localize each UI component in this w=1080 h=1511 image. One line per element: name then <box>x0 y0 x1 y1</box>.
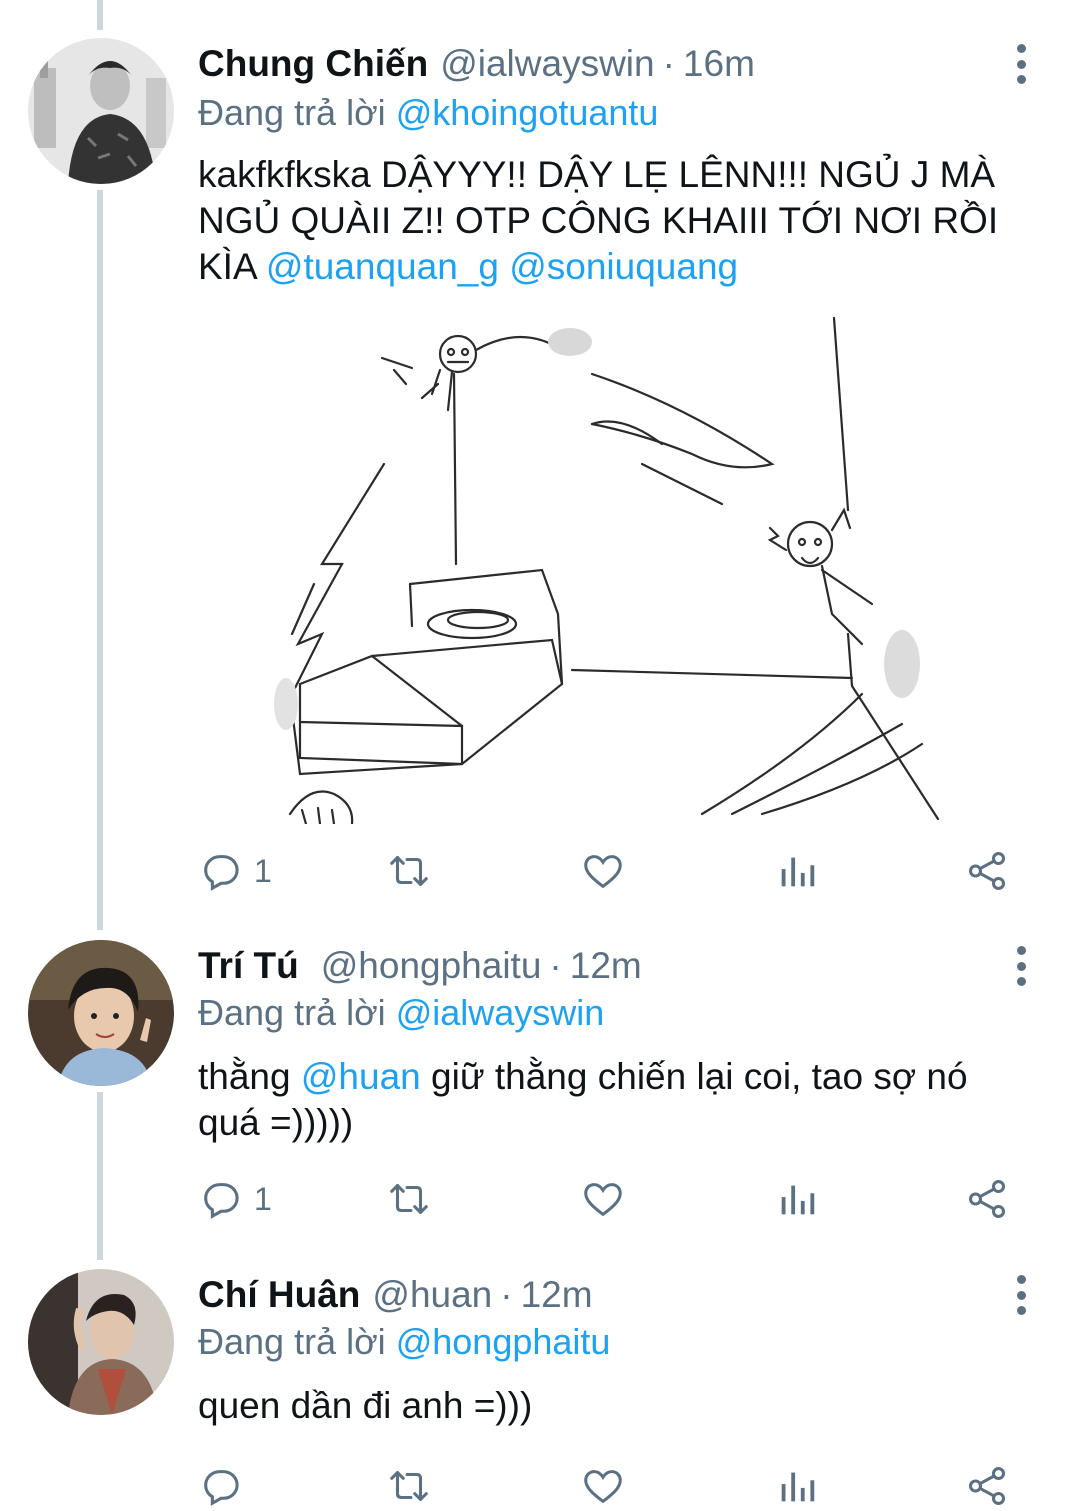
tweet-text-part: thằng <box>198 1056 301 1097</box>
tweet-text: thằng @huan giữ thằng chiến lại coi, tao… <box>198 1054 1028 1146</box>
tweet-actions: 1 <box>198 1174 1018 1224</box>
share-icon <box>968 1467 1006 1505</box>
tweet-header: Trí Tú @hongphaitu · 12m <box>198 940 642 992</box>
reply-count: 1 <box>254 1180 272 1217</box>
share-button[interactable] <box>964 1174 1010 1224</box>
thread-line-2 <box>97 1092 103 1260</box>
analytics-button[interactable] <box>774 1174 820 1224</box>
username[interactable]: @hongphaitu <box>321 945 542 987</box>
reply-icon <box>204 855 239 891</box>
more-options-icon[interactable] <box>1008 1275 1034 1315</box>
reply-icon <box>204 1470 239 1506</box>
analytics-icon <box>781 1472 815 1502</box>
share-icon <box>968 852 1006 890</box>
like-button[interactable] <box>580 1174 626 1224</box>
analytics-icon <box>781 857 815 887</box>
timestamp[interactable]: 16m <box>683 43 755 85</box>
timestamp[interactable]: 12m <box>521 1274 593 1316</box>
username[interactable]: @ialwayswin <box>440 43 654 85</box>
replying-to: Đang trả lời @ialwayswin <box>198 992 604 1034</box>
like-icon <box>584 1470 622 1504</box>
tweet-media-sketch[interactable] <box>262 314 952 824</box>
analytics-button[interactable] <box>774 846 820 896</box>
share-button[interactable] <box>964 846 1010 896</box>
replying-to-mention[interactable]: @hongphaitu <box>396 1321 611 1362</box>
timestamp[interactable]: 12m <box>570 945 642 987</box>
retweet-button[interactable] <box>386 1461 432 1511</box>
share-icon <box>968 1180 1006 1218</box>
tweet-text: kakfkfkska DẬYYY!! DẬY LẸ LÊNN!!! NGỦ J … <box>198 152 1028 290</box>
replying-to: Đang trả lời @hongphaitu <box>198 1321 610 1363</box>
display-name[interactable]: Chí Huân <box>198 1274 360 1316</box>
reply-icon <box>204 1183 239 1219</box>
more-options-icon[interactable] <box>1008 946 1034 986</box>
tweet-text-space <box>499 246 509 287</box>
retweet-icon <box>390 856 428 886</box>
tweet-text-part: quen dần đi anh =))) <box>198 1385 533 1426</box>
retweet-icon <box>390 1184 428 1214</box>
display-name[interactable]: Trí Tú <box>198 945 299 987</box>
replying-to-label: Đang trả lời <box>198 992 386 1033</box>
reply-button[interactable]: 1 <box>198 1174 272 1224</box>
retweet-button[interactable] <box>386 846 432 896</box>
tweet-header: Chung Chiến @ialwayswin · 16m <box>198 38 755 90</box>
retweet-icon <box>390 1471 428 1501</box>
avatar[interactable] <box>28 38 174 184</box>
mention-link[interactable]: @huan <box>301 1056 421 1097</box>
tweet-header: Chí Huân @huan · 12m <box>198 1269 593 1321</box>
like-icon <box>584 1183 622 1217</box>
like-button[interactable] <box>580 1461 626 1511</box>
display-name[interactable]: Chung Chiến <box>198 43 428 85</box>
thread-line-1 <box>97 190 103 930</box>
avatar[interactable] <box>28 940 174 1086</box>
replying-to-label: Đang trả lời <box>198 1321 386 1362</box>
tweet-actions: 1 <box>198 846 1018 896</box>
tweet-actions <box>198 1461 1018 1511</box>
avatar[interactable] <box>28 1269 174 1415</box>
more-options-icon[interactable] <box>1008 44 1034 84</box>
like-icon <box>584 855 622 889</box>
separator: · <box>662 43 675 84</box>
reply-button[interactable]: 1 <box>198 846 272 896</box>
retweet-button[interactable] <box>386 1174 432 1224</box>
reply-count: 1 <box>254 852 272 889</box>
thread-line-top <box>97 0 103 30</box>
separator: · <box>549 945 562 986</box>
analytics-icon <box>781 1185 815 1215</box>
mention-link[interactable]: @tuanquan_g <box>266 246 499 287</box>
mention-link[interactable]: @soniuquang <box>509 246 738 287</box>
replying-to: Đang trả lời @khoingotuantu <box>198 92 658 134</box>
tweet-text: quen dần đi anh =))) <box>198 1383 1028 1429</box>
separator: · <box>500 1274 513 1315</box>
username[interactable]: @huan <box>372 1274 492 1316</box>
replying-to-mention[interactable]: @khoingotuantu <box>396 92 659 133</box>
reply-button[interactable] <box>198 1461 244 1511</box>
analytics-button[interactable] <box>774 1461 820 1511</box>
replying-to-label: Đang trả lời <box>198 92 386 133</box>
share-button[interactable] <box>964 1461 1010 1511</box>
like-button[interactable] <box>580 846 626 896</box>
replying-to-mention[interactable]: @ialwayswin <box>396 992 605 1033</box>
